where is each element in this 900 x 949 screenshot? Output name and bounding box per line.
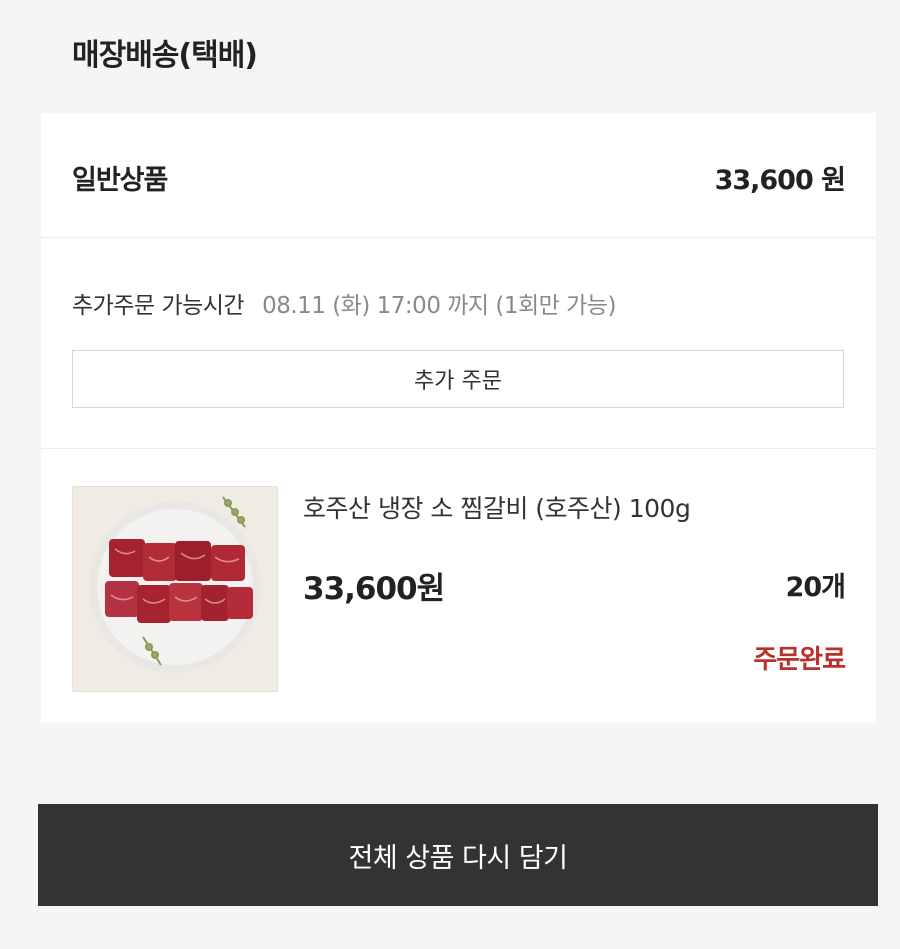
extra-order-info: 추가주문 가능시간 08.11 (화) 17:00 까지 (1회만 가능) (72, 286, 616, 320)
reorder-all-button[interactable]: 전체 상품 다시 담기 (38, 804, 878, 906)
product-price: 33,600원 (303, 571, 445, 607)
product-name[interactable]: 호주산 냉장 소 찜갈비 (호주산) 100g (303, 489, 691, 525)
extra-order-row: 추가주문 가능시간 08.11 (화) 17:00 까지 (1회만 가능) 추가 … (41, 238, 876, 449)
section-title: 매장배송(택배) (72, 38, 258, 73)
beef-short-ribs-icon (73, 487, 277, 691)
product-image[interactable] (72, 486, 278, 692)
extra-order-label: 추가주문 가능시간 (72, 293, 245, 319)
order-summary-row: 일반상품 33,600 원 (41, 113, 876, 238)
product-row: 호주산 냉장 소 찜갈비 (호주산) 100g 33,600원 20개 주문완료 (41, 449, 876, 723)
product-quantity: 20개 (785, 572, 846, 603)
order-card: 일반상품 33,600 원 추가주문 가능시간 08.11 (화) 17:00 까… (41, 113, 876, 723)
order-status-label: 주문완료 (753, 645, 846, 675)
extra-order-time: 08.11 (화) 17:00 까지 (1회만 가능) (262, 293, 616, 319)
extra-order-button[interactable]: 추가 주문 (72, 350, 844, 408)
summary-amount: 33,600 원 (714, 165, 846, 196)
summary-label: 일반상품 (72, 165, 168, 196)
